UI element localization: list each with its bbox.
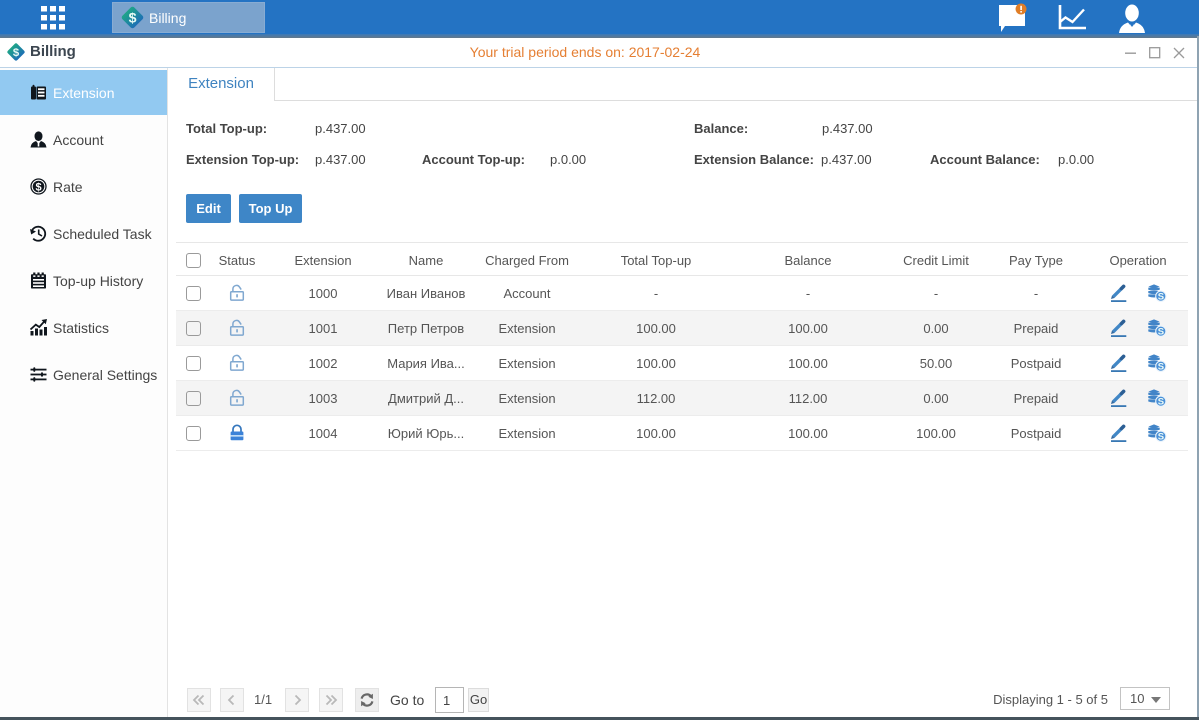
svg-text:$: $ — [35, 182, 41, 194]
svg-text:S: S — [1158, 432, 1164, 442]
svg-text:$: $ — [129, 11, 137, 27]
svg-text:S: S — [1158, 397, 1164, 407]
svg-text:S: S — [1158, 327, 1164, 337]
svg-text:S: S — [1158, 292, 1164, 302]
svg-text:S: S — [1158, 362, 1164, 372]
